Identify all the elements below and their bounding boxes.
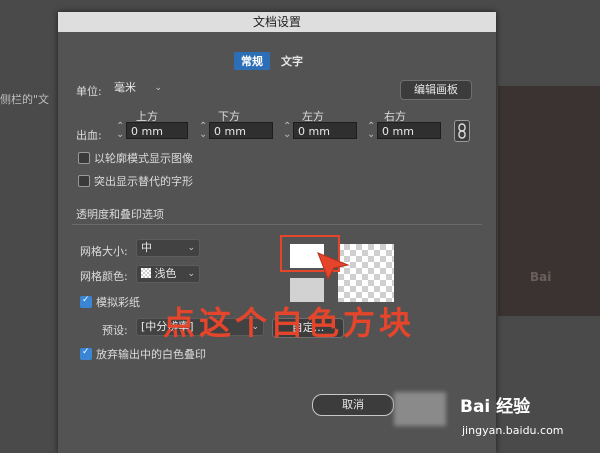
checker-swatch-icon xyxy=(141,268,151,278)
chevron-down-icon: ⌄ xyxy=(187,269,195,279)
stepper-icon[interactable]: ⌃ ⌄ xyxy=(367,122,375,140)
discard-white-overprint-checkbox[interactable] xyxy=(80,347,92,360)
discard-white-overprint-label: 放弃输出中的白色叠印 xyxy=(96,348,206,361)
grid-size-select[interactable]: 中 ⌄ xyxy=(136,239,200,257)
preset-label: 预设: xyxy=(102,324,128,337)
watermark-brand: Bai 经验 xyxy=(460,397,531,417)
link-chain-icon[interactable] xyxy=(454,120,470,142)
stepper-icon[interactable]: ⌃ ⌄ xyxy=(283,122,291,140)
cancel-button[interactable]: 取消 xyxy=(312,394,394,416)
background-watermark: Bai xyxy=(530,270,552,284)
stepper-icon[interactable]: ⌃ ⌄ xyxy=(199,122,207,140)
bleed-left-field[interactable]: 0 mm xyxy=(293,122,357,139)
stepper-icon[interactable]: ⌃ ⌄ xyxy=(116,122,124,140)
edit-artboards-button[interactable]: 编辑画板 xyxy=(400,80,472,100)
tab-bar: 常规 文字 xyxy=(234,52,310,70)
bleed-label: 出血: xyxy=(76,129,102,142)
outline-mode-label: 以轮廓模式显示图像 xyxy=(94,152,193,165)
annotation-text: 点这个白色方块 xyxy=(163,304,416,342)
bleed-top-field[interactable]: 0 mm xyxy=(126,122,188,139)
grid-color-value: 浅色 xyxy=(154,267,177,280)
grid-size-value: 中 xyxy=(141,241,152,254)
document-setup-dialog: 文档设置 常规 文字 单位: 毫米 ⌄ 编辑画板 上方 下方 左方 右方 出血:… xyxy=(58,12,496,453)
units-value: 毫米 xyxy=(114,81,136,94)
chevron-down-icon: ⌄ xyxy=(187,243,195,253)
simulate-paper-label: 模拟彩纸 xyxy=(96,296,140,309)
units-label: 单位: xyxy=(76,85,102,98)
grid-color-select[interactable]: 浅色 ⌄ xyxy=(136,265,200,283)
simulate-paper-checkbox[interactable] xyxy=(80,295,92,308)
grid-color-label: 网格颜色: xyxy=(80,270,128,283)
blurred-region xyxy=(394,392,446,426)
divider xyxy=(72,224,482,225)
chevron-down-icon: ⌄ xyxy=(154,83,162,93)
grid-size-label: 网格大小: xyxy=(80,245,128,258)
bleed-bottom-field[interactable]: 0 mm xyxy=(209,122,273,139)
units-select[interactable]: 毫米 ⌄ xyxy=(110,80,166,98)
background-text: 侧栏的"文 xyxy=(0,93,50,106)
highlight-substituted-checkbox[interactable] xyxy=(78,175,90,187)
tab-type[interactable]: 文字 xyxy=(274,52,310,70)
outline-mode-checkbox[interactable] xyxy=(78,152,90,164)
arrow-cursor-icon xyxy=(316,251,350,284)
highlight-substituted-label: 突出显示替代的字形 xyxy=(94,175,193,188)
bleed-right-field[interactable]: 0 mm xyxy=(377,122,441,139)
dialog-title: 文档设置 xyxy=(58,12,496,32)
section-heading: 透明度和叠印选项 xyxy=(76,208,164,221)
tab-general[interactable]: 常规 xyxy=(234,52,270,70)
watermark-url: jingyan.baidu.com xyxy=(462,424,564,437)
